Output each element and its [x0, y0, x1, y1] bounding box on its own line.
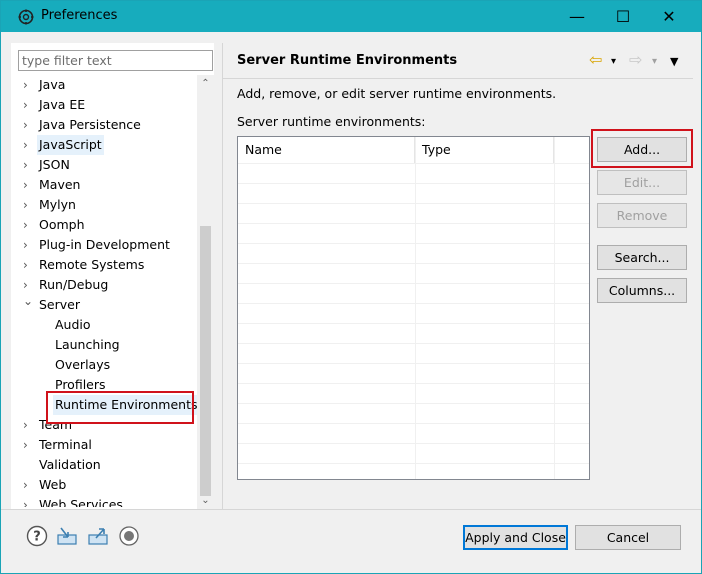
- tree-item-label: Run/Debug: [39, 277, 109, 292]
- runtime-environments-table[interactable]: Name Type: [237, 136, 590, 480]
- tree-item-label: Mylyn: [39, 197, 76, 212]
- scroll-up-icon[interactable]: ⌃: [197, 75, 214, 92]
- page-description: Add, remove, or edit server runtime envi…: [237, 86, 557, 101]
- preferences-window: Preferences — ☐ ✕ › Java › Java EE › Jav…: [0, 0, 702, 574]
- eclipse-gear-icon: [18, 9, 34, 25]
- tree-item-label: JSON: [39, 157, 70, 172]
- highlight-box-runtime-environments: [46, 391, 194, 424]
- scroll-down-icon[interactable]: ⌄: [197, 492, 214, 509]
- column-header-type[interactable]: Type: [415, 137, 554, 163]
- tree-item-label: Java: [39, 77, 66, 92]
- window-title: Preferences: [41, 8, 118, 23]
- page-title: Server Runtime Environments: [237, 53, 458, 68]
- record-icon[interactable]: [118, 525, 140, 547]
- view-menu-icon[interactable]: ▼: [670, 55, 678, 75]
- tree-item-label: Remote Systems: [39, 257, 145, 272]
- highlight-box-add: [591, 129, 693, 168]
- forward-arrow-icon[interactable]: ⇨: [629, 50, 642, 70]
- tree-item-label: JavaScript: [37, 135, 104, 155]
- row-divider: [238, 303, 589, 304]
- row-divider: [238, 343, 589, 344]
- chevron-right-icon[interactable]: ›: [23, 495, 33, 507]
- tree-item-label: Oomph: [39, 217, 85, 232]
- close-button[interactable]: ✕: [646, 1, 692, 32]
- tree-item-label: Validation: [39, 457, 101, 472]
- column-header-name[interactable]: Name: [238, 137, 415, 163]
- row-divider: [238, 443, 589, 444]
- chevron-right-icon[interactable]: ›: [23, 135, 33, 155]
- row-divider: [238, 163, 589, 164]
- maximize-icon: ☐: [615, 7, 631, 26]
- row-divider: [238, 283, 589, 284]
- minimize-icon: —: [569, 7, 585, 26]
- back-arrow-icon[interactable]: ⇦: [589, 50, 602, 70]
- row-divider: [238, 223, 589, 224]
- tree-item-label: Terminal: [39, 437, 92, 452]
- chevron-right-icon[interactable]: ›: [23, 95, 33, 115]
- preferences-tree-panel: › Java › Java EE › Java Persistence › Ja…: [11, 43, 214, 509]
- row-divider: [238, 183, 589, 184]
- tree-item-label: Server: [39, 297, 80, 312]
- tree-item-label: Web: [39, 477, 67, 492]
- tree-item-label: Overlays: [55, 357, 111, 372]
- filter-input[interactable]: [18, 50, 213, 71]
- chevron-right-icon[interactable]: ›: [23, 155, 33, 175]
- chevron-right-icon[interactable]: ›: [23, 255, 33, 275]
- tree-item-label: Java EE: [39, 97, 86, 112]
- preferences-tree: › Java › Java EE › Java Persistence › Ja…: [11, 75, 198, 507]
- row-divider: [238, 463, 589, 464]
- bottom-separator: [1, 509, 701, 510]
- remove-button[interactable]: Remove: [597, 203, 687, 228]
- row-divider: [238, 243, 589, 244]
- chevron-right-icon[interactable]: ›: [23, 175, 33, 195]
- tree-item-label: Audio: [55, 317, 91, 332]
- svg-text:?: ?: [33, 530, 41, 545]
- chevron-right-icon[interactable]: ›: [23, 475, 33, 495]
- maximize-button[interactable]: ☐: [600, 1, 646, 32]
- edit-button[interactable]: Edit...: [597, 170, 687, 195]
- title-bar[interactable]: Preferences — ☐ ✕: [1, 1, 701, 32]
- tree-item-label: Launching: [55, 337, 120, 352]
- tree-item-label: Plug-in Development: [39, 237, 170, 252]
- chevron-right-icon[interactable]: ›: [23, 435, 33, 455]
- forward-menu-chevron-icon[interactable]: ▾: [652, 56, 657, 76]
- column-divider: [415, 137, 416, 479]
- help-icon[interactable]: ?: [26, 525, 48, 547]
- tree-item-label: Java Persistence: [39, 117, 141, 132]
- chevron-right-icon[interactable]: ›: [23, 235, 33, 255]
- back-menu-chevron-icon[interactable]: ▾: [611, 56, 616, 76]
- columns-button[interactable]: Columns...: [597, 278, 687, 303]
- panel-divider[interactable]: [222, 43, 223, 509]
- chevron-right-icon[interactable]: ›: [23, 195, 33, 215]
- export-icon[interactable]: [87, 525, 109, 547]
- chevron-right-icon[interactable]: ›: [23, 215, 33, 235]
- search-button[interactable]: Search...: [597, 245, 687, 270]
- environments-label: Server runtime environments:: [237, 114, 426, 129]
- chevron-right-icon[interactable]: ›: [23, 415, 33, 435]
- row-divider: [238, 383, 589, 384]
- minimize-button[interactable]: —: [554, 1, 600, 32]
- chevron-down-icon[interactable]: ⌄: [23, 291, 33, 311]
- tree-item-label: Maven: [39, 177, 81, 192]
- apply-and-close-button[interactable]: Apply and Close: [463, 525, 568, 550]
- row-divider: [238, 363, 589, 364]
- scrollbar-thumb[interactable]: [200, 226, 211, 496]
- row-divider: [238, 403, 589, 404]
- row-divider: [238, 263, 589, 264]
- chevron-right-icon[interactable]: ›: [23, 115, 33, 135]
- row-divider: [238, 203, 589, 204]
- row-divider: [238, 423, 589, 424]
- tree-scrollbar[interactable]: ⌃ ⌄: [197, 75, 214, 509]
- import-icon[interactable]: [56, 525, 78, 547]
- close-icon: ✕: [662, 7, 676, 26]
- tree-item-label: Web Services: [39, 497, 123, 507]
- chevron-right-icon[interactable]: ›: [23, 75, 33, 95]
- cancel-button[interactable]: Cancel: [575, 525, 681, 550]
- title-separator: [223, 78, 693, 79]
- column-divider: [554, 137, 555, 479]
- row-divider: [238, 323, 589, 324]
